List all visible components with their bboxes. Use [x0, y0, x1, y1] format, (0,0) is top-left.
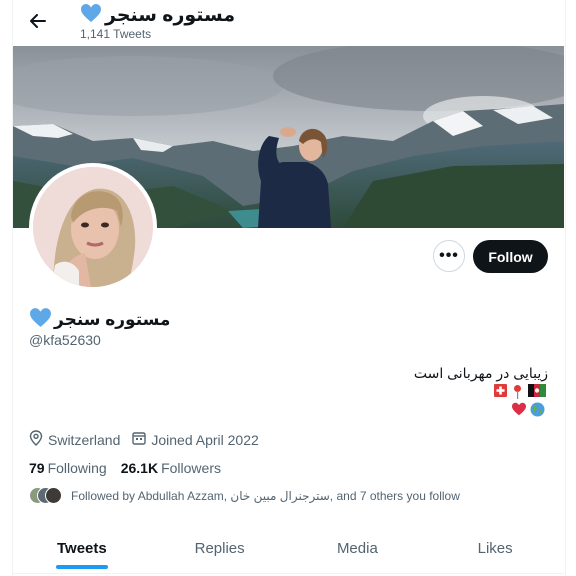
followers-link[interactable]: 26.1K Followers	[121, 460, 221, 476]
globe-icon	[530, 402, 545, 422]
followed-by-text: Followed by Abdullah Azzam, سترجنرال مبی…	[71, 489, 460, 503]
bio-emoji-row-2	[511, 402, 545, 422]
more-options-button[interactable]: •••	[433, 240, 465, 272]
followers-count: 26.1K	[120, 460, 159, 476]
profile-tabs: Tweets Replies Media Likes	[13, 523, 564, 574]
profile-bio: زیبایی در مهربانی است	[413, 365, 548, 381]
switzerland-flag-icon	[494, 384, 507, 404]
more-options-icon: •••	[439, 247, 459, 264]
following-count: 79	[29, 460, 45, 476]
tab-media[interactable]: Media	[289, 523, 427, 573]
follow-stats: 79 Following 26.1K Followers	[29, 460, 235, 476]
profile-joined: Joined April 2022	[132, 431, 259, 448]
follower-avatars	[29, 487, 63, 505]
follower-avatar	[45, 487, 62, 504]
tab-replies[interactable]: Replies	[151, 523, 289, 573]
pin-icon	[511, 384, 524, 404]
location-text: Switzerland	[48, 431, 121, 448]
blue-heart-icon	[80, 3, 102, 28]
bio-emoji-row-1	[494, 384, 546, 404]
followers-you-know[interactable]: Followed by Abdullah Azzam, سترجنرال مبی…	[29, 487, 460, 505]
header-title-row: مستوره سنجر	[80, 3, 235, 28]
tab-label: Media	[336, 539, 378, 557]
arrow-left-icon[interactable]	[27, 10, 49, 32]
header-title: مستوره سنجر	[105, 5, 236, 26]
profile-name-row: مستوره سنجر	[29, 307, 170, 333]
followers-label: Followers	[161, 460, 221, 476]
profile-header-bar: مستوره سنجر 1,141 Tweets	[0, 0, 576, 46]
profile-handle: @kfa52630	[29, 332, 101, 348]
location-icon	[29, 430, 43, 449]
profile-location: Switzerland	[29, 430, 120, 449]
tweets-count: 1,141 Tweets	[80, 27, 152, 41]
tab-label: Tweets	[57, 539, 107, 557]
profile-display-name: مستوره سنجر	[54, 310, 171, 329]
afghanistan-flag-icon	[528, 384, 546, 404]
tab-likes[interactable]: Likes	[426, 523, 564, 573]
blue-heart-icon	[29, 307, 52, 333]
avatar[interactable]	[29, 163, 157, 291]
active-tab-indicator	[55, 565, 108, 569]
red-heart-icon	[511, 402, 527, 422]
following-link[interactable]: 79 Following	[29, 460, 107, 476]
calendar-icon	[132, 431, 147, 448]
tab-label: Likes	[477, 539, 513, 557]
following-label: Following	[47, 460, 107, 476]
joined-text: Joined April 2022	[151, 431, 259, 448]
tab-label: Replies	[194, 539, 245, 557]
profile-meta: Switzerland Joined April 2022	[29, 430, 271, 449]
follow-button[interactable]: Follow	[473, 240, 548, 273]
tab-tweets[interactable]: Tweets	[13, 523, 151, 573]
